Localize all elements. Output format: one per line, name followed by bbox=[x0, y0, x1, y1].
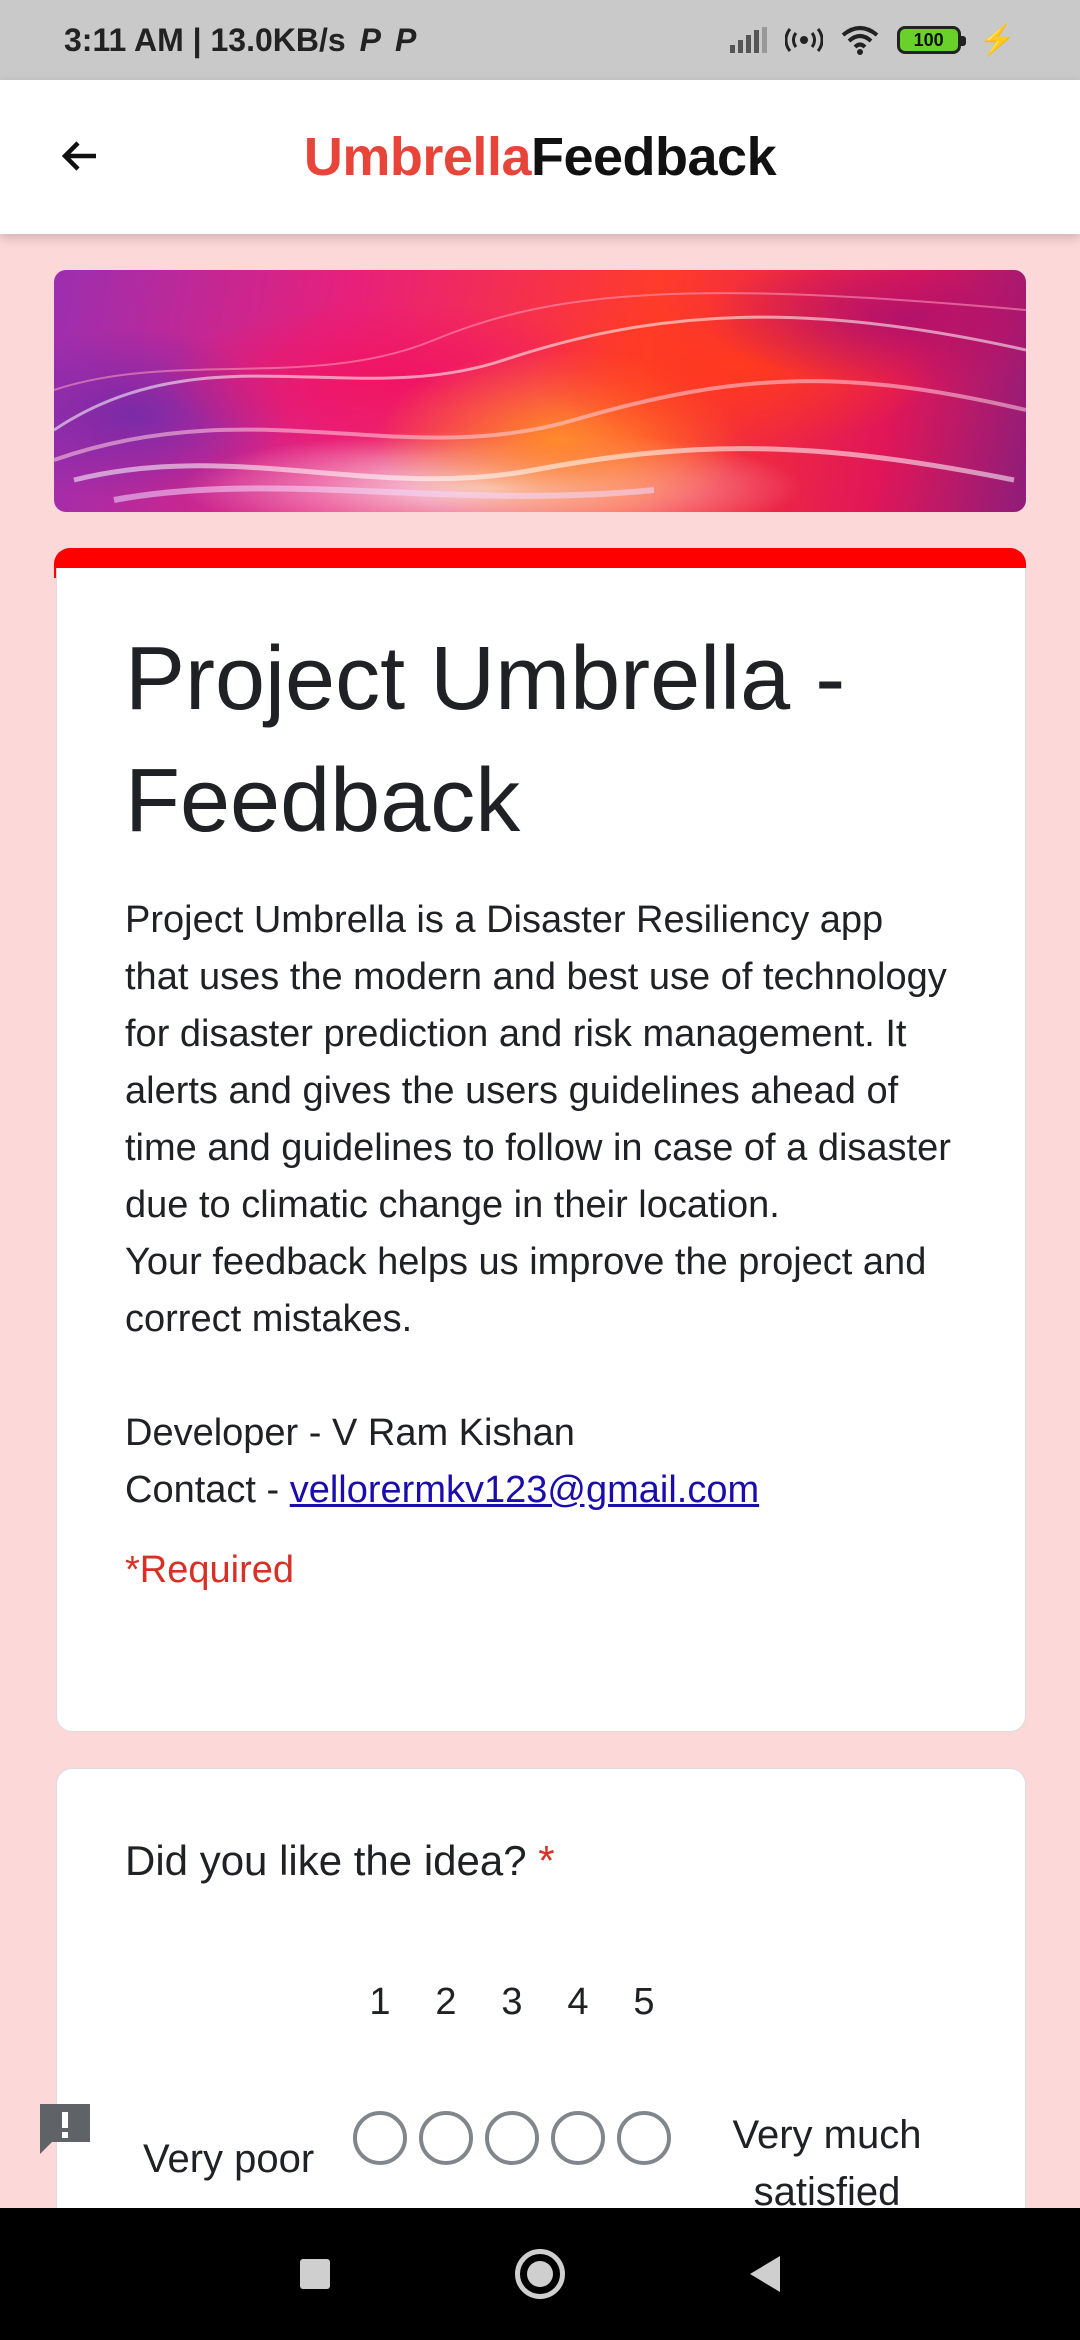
question-text: Did you like the idea? bbox=[125, 1837, 527, 1884]
scale-number: 2 bbox=[435, 1981, 457, 2023]
scale-number: 3 bbox=[501, 1981, 523, 2023]
home-icon bbox=[515, 2249, 565, 2299]
scale-label-low: Very poor bbox=[143, 2137, 315, 2181]
linear-scale-row: Very poor Very much satisfied bbox=[57, 2089, 1025, 2214]
radio-option-1[interactable] bbox=[353, 2111, 407, 2165]
radio-group bbox=[347, 2111, 677, 2165]
radio-option-4[interactable] bbox=[551, 2111, 605, 2165]
description-paragraph: Project Umbrella is a Disaster Resilienc… bbox=[125, 899, 951, 1226]
app-title: UmbrellaFeedback bbox=[303, 126, 777, 188]
form-header-image bbox=[54, 270, 1026, 512]
scale-number: 5 bbox=[633, 1981, 655, 2023]
status-bar: 3:11 AM | 13.0KB/s P P 100 ⚡ bbox=[0, 0, 1080, 80]
radio-option-2[interactable] bbox=[419, 2111, 473, 2165]
question-title: Did you like the idea? * bbox=[125, 1837, 957, 1885]
back-nav-button[interactable] bbox=[705, 2208, 825, 2340]
app-title-part2: Feedback bbox=[530, 127, 777, 187]
form-description: Project Umbrella is a Disaster Resilienc… bbox=[125, 892, 957, 1519]
notification-p-icon: P bbox=[395, 21, 417, 58]
scale-number: 4 bbox=[567, 1981, 589, 2023]
hotspot-icon bbox=[784, 28, 823, 52]
recents-button[interactable] bbox=[255, 2208, 375, 2340]
arrow-back-icon bbox=[61, 141, 96, 171]
navigation-bar bbox=[0, 2208, 1080, 2340]
scale-numbers: 1 2 3 4 5 bbox=[347, 1981, 677, 2024]
radio-option-3[interactable] bbox=[485, 2111, 539, 2165]
developer-line: Developer - V Ram Kishan bbox=[125, 1412, 575, 1454]
app-title-part1: Umbrella bbox=[303, 127, 532, 187]
form-title: Project Umbrella - Feedback bbox=[125, 629, 846, 851]
required-mark: * bbox=[538, 1837, 555, 1884]
contact-line: Contact - vellorermkv123@gmail.com bbox=[125, 1462, 957, 1519]
radio-option-5[interactable] bbox=[617, 2111, 671, 2165]
form-intro-card: Project Umbrella - Feedback Project Umbr… bbox=[56, 568, 1026, 1732]
contact-prefix: Contact - bbox=[125, 1469, 290, 1511]
charging-icon: ⚡ bbox=[978, 23, 1016, 57]
back-triangle-icon bbox=[750, 2256, 780, 2292]
report-feedback-icon[interactable] bbox=[36, 2100, 94, 2158]
description-paragraph: Your feedback helps us improve the proje… bbox=[125, 1241, 927, 1340]
notification-p-icon: P bbox=[359, 21, 382, 58]
scale-label-high: Very much satisfied bbox=[732, 2113, 922, 2214]
contact-email-link[interactable]: vellorermkv123@gmail.com bbox=[290, 1469, 759, 1511]
required-note: *Required bbox=[125, 1549, 294, 1591]
signal-icon bbox=[729, 27, 767, 53]
home-button[interactable] bbox=[480, 2208, 600, 2340]
status-time: 3:11 AM | 13.0KB/s bbox=[64, 21, 346, 58]
battery-icon: 100 bbox=[896, 26, 966, 54]
recents-icon bbox=[300, 2259, 330, 2289]
app-bar: UmbrellaFeedback bbox=[0, 80, 1080, 234]
wifi-icon bbox=[841, 26, 878, 55]
scale-number: 1 bbox=[369, 1981, 391, 2023]
back-button[interactable] bbox=[48, 124, 112, 188]
